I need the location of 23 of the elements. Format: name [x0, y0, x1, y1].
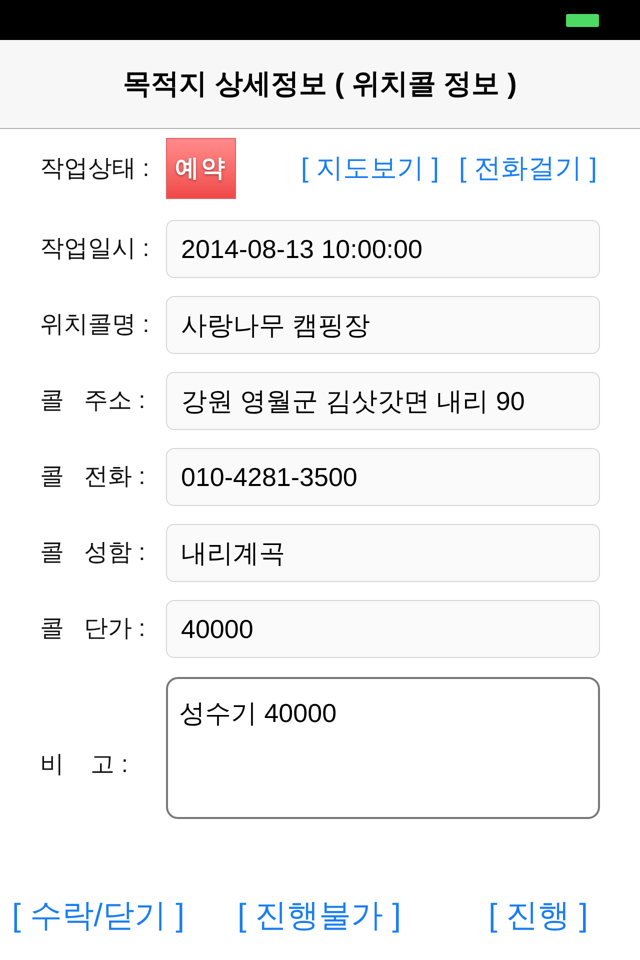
text-field[interactable]: 사랑나무 캠핑장: [166, 296, 600, 354]
memo-textarea[interactable]: 성수기 40000: [166, 677, 600, 819]
link[interactable]: [ 지도보기 ]: [300, 148, 439, 189]
action-button[interactable]: [ 진행불가 ]: [237, 891, 402, 939]
text-field[interactable]: 010-4281-3500: [166, 448, 600, 506]
field-label: 콜 전화 :: [40, 462, 146, 492]
text-field[interactable]: 강원 영월군 김삿갓면 내리 90: [166, 372, 600, 430]
page-title: 목적지 상세정보 ( 위치콜 정보 ): [123, 67, 517, 101]
field-label: 콜 단가 :: [40, 614, 146, 644]
field-label: 콜 주소 :: [40, 386, 146, 416]
status-badge: 예약: [166, 138, 236, 199]
field-label: 작업일시 :: [40, 234, 150, 264]
field-label: 위치콜명 :: [40, 310, 150, 340]
text-field[interactable]: 2014-08-13 10:00:00: [166, 220, 600, 278]
action-button[interactable]: [ 진행 ]: [488, 891, 588, 939]
text-field[interactable]: 40000: [166, 600, 600, 658]
field-label: 비 고 :: [40, 750, 130, 780]
text-field[interactable]: 내리계곡: [166, 524, 600, 582]
link[interactable]: [ 전화걸기 ]: [458, 148, 597, 189]
battery-icon: [566, 14, 599, 26]
field-label: 콜 성함 :: [40, 538, 146, 568]
action-button[interactable]: [ 수락/닫기 ]: [12, 891, 184, 939]
field-label: 작업상태 :: [40, 154, 150, 184]
